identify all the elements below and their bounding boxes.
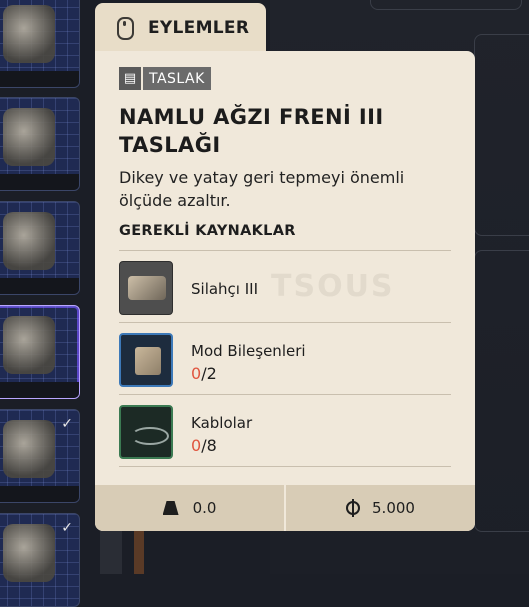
inventory-slot[interactable]: ✓ (0, 513, 80, 607)
item-footer: 0.0 5.000 (95, 485, 475, 531)
actions-tab[interactable]: EYLEMLER (95, 3, 266, 53)
divider (119, 322, 451, 323)
item-tooltip-card: ▤ TASLAK NAMLU AĞZI FRENİ III TASLAĞI Di… (95, 51, 475, 531)
resource-count: 0/2 (191, 364, 217, 383)
book-icon: ▤ (119, 67, 141, 90)
mod-components-icon (119, 333, 173, 387)
check-icon: ✓ (61, 520, 73, 536)
actions-tab-label: EYLEMLER (148, 18, 250, 38)
item-title: NAMLU AĞZI FRENİ III TASLAĞI (119, 105, 384, 157)
resource-row: Silahçı III (119, 252, 451, 322)
gunsmith-icon (119, 261, 173, 315)
weight-cell: 0.0 (95, 485, 284, 531)
check-icon: ✓ (61, 416, 73, 432)
resource-name: Kablolar (191, 414, 253, 432)
resource-have: 0 (191, 364, 202, 383)
price-cell: 5.000 (286, 485, 475, 531)
coin-icon (346, 499, 361, 517)
divider (119, 250, 451, 251)
background-frame (474, 250, 529, 532)
resource-name: Mod Bileşenleri (191, 342, 306, 360)
weight-icon (162, 501, 179, 515)
resource-row: Mod Bileşenleri 0/2 (119, 324, 451, 394)
inventory-column: ✓ ✓ (0, 0, 82, 607)
mouse-icon (117, 16, 134, 40)
divider (119, 466, 451, 467)
divider (119, 394, 451, 395)
inventory-slot-selected[interactable] (0, 305, 80, 399)
inventory-slot[interactable] (0, 0, 80, 88)
resource-name: Silahçı III (191, 280, 259, 298)
inventory-slot[interactable] (0, 97, 80, 191)
price-value: 5.000 (372, 499, 415, 517)
requirements-heading: GEREKLİ KAYNAKLAR (119, 223, 296, 239)
resource-row: Kablolar 0/8 (119, 396, 451, 466)
inventory-slot[interactable]: ✓ (0, 409, 80, 503)
resource-need: /2 (201, 364, 217, 383)
item-description: Dikey ve yatay geri tepmeyi önemli ölçüd… (119, 168, 405, 210)
background-frame (474, 34, 529, 236)
background-frame (370, 0, 522, 10)
weight-value: 0.0 (192, 499, 217, 517)
background-rail (134, 530, 144, 574)
badge-label: TASLAK (143, 67, 211, 90)
cables-icon (119, 405, 173, 459)
inventory-slot[interactable] (0, 201, 80, 295)
resource-count: 0/8 (191, 436, 217, 455)
blueprint-badge: ▤ TASLAK (119, 67, 211, 90)
resource-need: /8 (201, 436, 217, 455)
resource-have: 0 (191, 436, 202, 455)
